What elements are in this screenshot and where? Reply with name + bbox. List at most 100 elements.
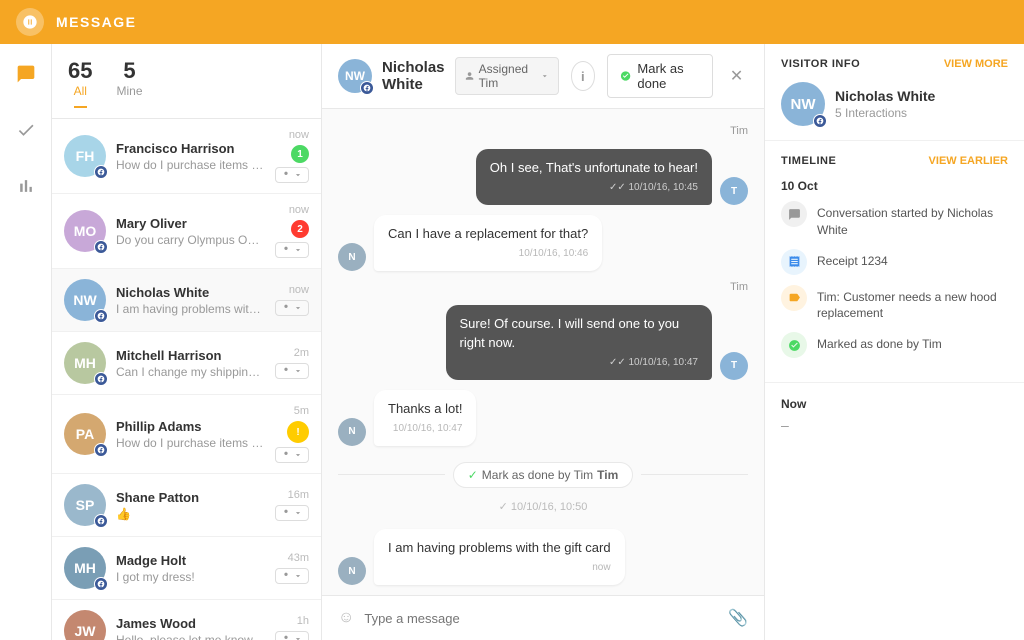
view-more-link[interactable]: VIEW MORE <box>944 58 1008 70</box>
conversation-item-1[interactable]: FH Francisco Harrison How do I purchase … <box>52 119 321 194</box>
message-text-1: Oh I see, That's unfortunate to hear! <box>490 160 698 175</box>
mine-label: Mine <box>116 84 142 98</box>
conversation-item-4[interactable]: MH Mitchell Harrison Can I change my shi… <box>52 332 321 395</box>
header-fb-badge <box>360 81 374 95</box>
mark-done-button[interactable]: Mark as done <box>607 54 713 98</box>
all-tab[interactable]: 65 All <box>68 58 92 108</box>
conv-fb-badge-1 <box>94 165 108 179</box>
attach-icon[interactable]: 📎 <box>728 608 748 628</box>
conv-time-7: 43m <box>288 552 309 564</box>
timeline-section: TIMELINE VIEW EARLIER 10 Oct Conversatio… <box>765 141 1024 383</box>
system-event: ✓ Mark as done by Tim Tim <box>338 462 748 488</box>
conv-name-8: James Wood <box>116 616 265 631</box>
close-button[interactable]: ✕ <box>725 62 748 90</box>
conv-meta-5: 5m ! <box>275 405 309 463</box>
right-panel: VISITOR INFO VIEW MORE NW Nicholas White… <box>764 44 1024 640</box>
mark-done-label: Mark as done <box>637 61 700 91</box>
assign-btn-7[interactable] <box>275 568 309 584</box>
timeline-icon-2 <box>781 249 807 275</box>
conv-avatar-3: NW <box>64 279 106 321</box>
all-label: All <box>74 84 87 108</box>
mine-tab[interactable]: 5 Mine <box>116 58 142 108</box>
conversation-item-8[interactable]: JW James Wood Hello, please let me know … <box>52 600 321 640</box>
msg-sender-3: Tim <box>338 281 748 293</box>
message-bubble-5: I am having problems with the gift card … <box>374 529 625 585</box>
conv-avatar-7: MH <box>64 547 106 589</box>
message-row-2: N Can I have a replacement for that? 10/… <box>338 215 748 271</box>
assign-btn-6[interactable] <box>275 505 309 521</box>
message-time-4: 10/10/16, 10:47 <box>388 422 462 436</box>
conv-preview-5: How do I purchase items onli... <box>116 436 265 450</box>
assign-btn-8[interactable] <box>275 631 309 640</box>
visitor-info-header: VISITOR INFO VIEW MORE <box>781 58 1008 70</box>
assign-btn-3[interactable] <box>275 300 309 316</box>
assign-btn-2[interactable] <box>275 242 309 258</box>
conv-preview-8: Hello, please let me know t... <box>116 633 265 640</box>
assign-btn-5[interactable] <box>275 447 309 463</box>
conv-fb-badge-7 <box>94 577 108 591</box>
conv-name-3: Nicholas White <box>116 285 265 300</box>
system-check-small: ✓ <box>499 501 508 513</box>
conv-preview-4: Can I change my shipping a... <box>116 365 265 379</box>
conv-name-5: Phillip Adams <box>116 419 265 434</box>
chat-user-name: Nicholas White <box>382 59 445 93</box>
all-count: 65 <box>68 58 92 84</box>
conv-info-8: James Wood Hello, please let me know t..… <box>116 616 265 640</box>
messages-container: Tim Oh I see, That's unfortunate to hear… <box>322 109 764 595</box>
conversation-item-7[interactable]: MH Madge Holt I got my dress! 43m <box>52 537 321 600</box>
message-text-5: I am having problems with the gift card <box>388 540 611 555</box>
emoji-icon[interactable]: ☺ <box>338 609 354 627</box>
conv-info-5: Phillip Adams How do I purchase items on… <box>116 419 265 450</box>
info-button[interactable]: i <box>571 61 596 91</box>
msg-avatar-nicholas-1: N <box>338 243 366 271</box>
timeline-item-4: Marked as done by Tim <box>781 332 1008 358</box>
conv-fb-badge-2 <box>94 240 108 254</box>
message-time-5: now <box>388 561 611 575</box>
message-text-2: Can I have a replacement for that? <box>388 226 588 241</box>
assign-btn-1[interactable] <box>275 167 309 183</box>
topbar: MESSAGE <box>0 0 1024 44</box>
assigned-badge[interactable]: Assigned Tim <box>455 57 559 95</box>
conversation-list: 65 All 5 Mine FH Francisco Harrison How … <box>52 44 322 640</box>
assigned-text: Assigned Tim <box>479 62 536 90</box>
nav-chart-icon[interactable] <box>8 168 44 204</box>
conversation-item-6[interactable]: SP Shane Patton 👍 16m <box>52 474 321 537</box>
message-row-4: N Thanks a lot! 10/10/16, 10:47 <box>338 390 748 446</box>
nav-check-icon[interactable] <box>8 112 44 148</box>
timeline-icon-3 <box>781 285 807 311</box>
view-earlier-link[interactable]: VIEW EARLIER <box>929 155 1008 167</box>
conv-time-8: 1h <box>297 615 309 627</box>
system-check-icon: ✓ <box>468 468 478 482</box>
conv-avatar-1: FH <box>64 135 106 177</box>
message-time-2: 10/10/16, 10:46 <box>388 247 588 261</box>
timeline-title: TIMELINE <box>781 155 836 167</box>
visitor-info-title: VISITOR INFO <box>781 58 860 70</box>
conversation-item-5[interactable]: PA Phillip Adams How do I purchase items… <box>52 395 321 474</box>
conv-time-6: 16m <box>288 489 309 501</box>
conversation-item-2[interactable]: MO Mary Oliver Do you carry Olympus OM..… <box>52 194 321 269</box>
nav-message-icon[interactable] <box>8 56 44 92</box>
message-row-5: N I am having problems with the gift car… <box>338 529 748 585</box>
conversation-item-3[interactable]: NW Nicholas White I am having problems w… <box>52 269 321 332</box>
timeline-item-1: Conversation started by Nicholas White <box>781 201 1008 239</box>
conv-preview-2: Do you carry Olympus OM... <box>116 233 265 247</box>
conv-avatar-4: MH <box>64 342 106 384</box>
assign-btn-4[interactable] <box>275 363 309 379</box>
conv-meta-2: now 2 <box>275 204 309 258</box>
chat-header-avatar: NW <box>338 59 372 93</box>
visitor-interactions: 5 Interactions <box>835 106 935 120</box>
conv-meta-7: 43m <box>275 552 309 584</box>
timeline-text-3: Tim: Customer needs a new hood replaceme… <box>817 285 1008 323</box>
system-bubble: ✓ Mark as done by Tim Tim <box>453 462 634 488</box>
conv-preview-3: I am having problems with ... <box>116 302 265 316</box>
conv-preview-7: I got my dress! <box>116 570 265 584</box>
system-actor: Tim <box>597 468 618 482</box>
conv-meta-3: now <box>275 284 309 316</box>
now-dash: – <box>781 417 1008 433</box>
timeline-item-2: Receipt 1234 <box>781 249 1008 275</box>
conv-avatar-8: JW <box>64 610 106 640</box>
visitor-info-section: VISITOR INFO VIEW MORE NW Nicholas White… <box>765 44 1024 141</box>
timeline-icon-4 <box>781 332 807 358</box>
message-input[interactable] <box>364 611 718 626</box>
conv-name-6: Shane Patton <box>116 490 265 505</box>
